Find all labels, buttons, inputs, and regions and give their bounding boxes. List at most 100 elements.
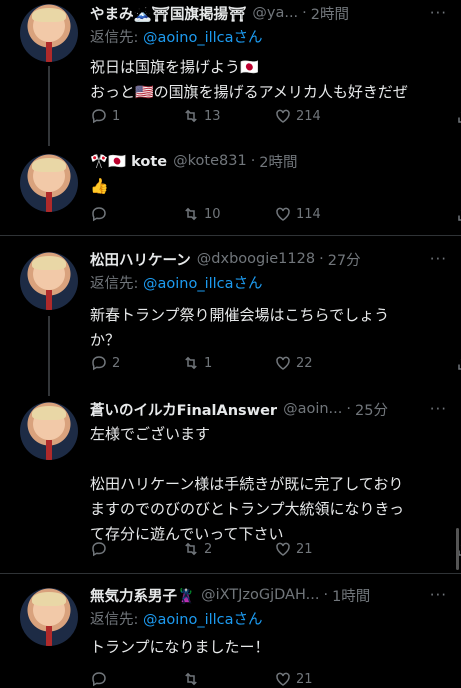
separator-dot: · (323, 587, 329, 603)
like-count: 21 (296, 671, 313, 687)
reply-button[interactable]: 1 (90, 107, 182, 125)
more-options-icon[interactable]: ··· (430, 400, 447, 418)
reply-icon (92, 542, 106, 557)
action-bar: 1 13 214 (90, 107, 461, 125)
retweet-button[interactable] (182, 670, 274, 688)
reply-prefix: 返信先: (90, 276, 143, 292)
display-name[interactable]: 蒼いのイルカFinalAnswer (90, 399, 277, 420)
like-button[interactable]: 214 (274, 107, 366, 125)
retweet-count: 2 (204, 541, 213, 557)
retweet-button[interactable]: 10 (182, 205, 274, 223)
retweet-icon (185, 207, 197, 221)
heart-icon (276, 356, 290, 370)
action-bar: 2 21 (90, 540, 461, 558)
like-button[interactable]: 22 (274, 354, 366, 372)
like-button[interactable]: 21 (274, 540, 366, 558)
like-count: 22 (296, 355, 313, 371)
timestamp[interactable]: 25分 (355, 399, 388, 420)
reply-prefix: 返信先: (90, 612, 143, 628)
share-button[interactable] (456, 205, 461, 227)
like-count: 114 (296, 206, 321, 222)
more-options-icon[interactable]: ··· (430, 4, 447, 22)
timestamp[interactable]: 27分 (328, 249, 361, 270)
reply-context: 返信先: @aoino_illcaさん (90, 272, 449, 293)
heart-icon (276, 109, 290, 123)
reply-context: 返信先: @aoino_illcaさん (90, 26, 449, 47)
avatar[interactable] (20, 402, 78, 460)
avatar[interactable] (20, 252, 78, 310)
share-button[interactable] (456, 354, 461, 376)
display-name[interactable]: 無気力系男子🦹 (90, 585, 195, 606)
tweet-text: 左様でございます 松田ハリケーン様は手続きが既に完了しており ますのでのびのびと… (90, 422, 449, 547)
user-handle[interactable]: @dxboogie1128 (197, 251, 315, 267)
reply-icon (92, 109, 106, 124)
separator-dot: · (250, 153, 256, 169)
retweet-button[interactable]: 1 (182, 354, 274, 372)
reply-prefix: 返信先: (90, 30, 143, 46)
divider (0, 235, 461, 236)
like-count: 214 (296, 108, 321, 124)
tweet-header: 無気力系男子🦹 @iXTJzoGjDAH... · 1時間 (90, 584, 449, 606)
tweet-header: 🎌🇯🇵 kote @kote831 · 2時間 (90, 150, 449, 172)
share-icon (458, 112, 461, 123)
reply-count: 2 (112, 355, 121, 371)
separator-dot: · (302, 5, 307, 21)
user-handle[interactable]: @aoin... (283, 401, 342, 417)
display-name[interactable]: やまみ🗻⛩国旗掲揚⛩ (90, 3, 246, 24)
user-handle[interactable]: @ya... (252, 5, 298, 21)
timestamp[interactable]: 1時間 (332, 585, 370, 606)
retweet-button[interactable]: 13 (182, 107, 274, 125)
avatar[interactable] (20, 4, 78, 62)
display-name[interactable]: 松田ハリケーン (90, 249, 191, 270)
like-count: 21 (296, 541, 313, 557)
share-button[interactable] (456, 107, 461, 129)
tweet-text: 新春トランプ祭り開催会場はこちらでしょう か？ (90, 303, 449, 353)
tweet-text-line: トランプになりましたー！ (90, 638, 270, 656)
more-options-icon[interactable]: ··· (430, 250, 447, 268)
reply-icon (92, 672, 106, 687)
reply-context: 返信先: @aoino_illcaさん (90, 608, 449, 629)
separator-dot: · (346, 401, 351, 417)
thread-line (48, 66, 50, 146)
heart-icon (276, 672, 290, 686)
reply-to-link[interactable]: @aoino_illcaさん (143, 276, 263, 292)
more-options-icon[interactable]: ··· (430, 586, 447, 604)
retweet-count: 10 (204, 206, 221, 222)
display-name[interactable]: 🎌🇯🇵 kote (90, 153, 167, 170)
action-bar: 21 (90, 670, 390, 688)
timestamp[interactable]: 2時間 (311, 3, 349, 24)
scrollbar[interactable] (456, 528, 459, 570)
reply-button[interactable] (90, 540, 182, 558)
share-icon (458, 210, 461, 221)
separator-dot: · (319, 251, 324, 267)
retweet-icon (185, 542, 197, 556)
action-bar: 2 1 22 (90, 354, 461, 372)
thread-line (48, 316, 50, 396)
user-handle[interactable]: @iXTJzoGjDAH... (201, 587, 319, 603)
avatar[interactable] (20, 154, 78, 212)
tweet-text-line: か？ (90, 331, 121, 349)
reply-button[interactable]: 2 (90, 354, 182, 372)
reply-to-link[interactable]: @aoino_illcaさん (143, 612, 263, 628)
heart-icon (276, 542, 290, 556)
action-bar: 10 114 (90, 205, 461, 223)
retweet-count: 13 (204, 108, 221, 124)
like-button[interactable]: 114 (274, 205, 366, 223)
reply-button[interactable] (90, 670, 182, 688)
reply-button[interactable] (90, 205, 182, 223)
retweet-button[interactable]: 2 (182, 540, 274, 558)
tweet-text: トランプになりましたー！ (90, 635, 449, 660)
like-button[interactable]: 21 (274, 670, 366, 688)
reply-to-link[interactable]: @aoino_illcaさん (143, 30, 263, 46)
avatar[interactable] (20, 588, 78, 646)
tweet-text-line: 松田ハリケーン様は手続きが既に完了しており (90, 475, 404, 493)
retweet-count: 1 (204, 355, 213, 371)
timestamp[interactable]: 2時間 (259, 151, 297, 172)
tweet-text-line: おっと🇺🇸の国旗を揚げるアメリカ人も好きだぜ (90, 83, 408, 101)
user-handle[interactable]: @kote831 (173, 153, 247, 169)
share-icon (458, 359, 461, 370)
tweet-text-line (90, 447, 449, 472)
tweet-text-line: ますのでのびのびとトランプ大統領になりきっ (90, 500, 404, 518)
tweet-text-line: 新春トランプ祭り開催会場はこちらでしょう (90, 306, 390, 324)
heart-icon (276, 207, 290, 221)
